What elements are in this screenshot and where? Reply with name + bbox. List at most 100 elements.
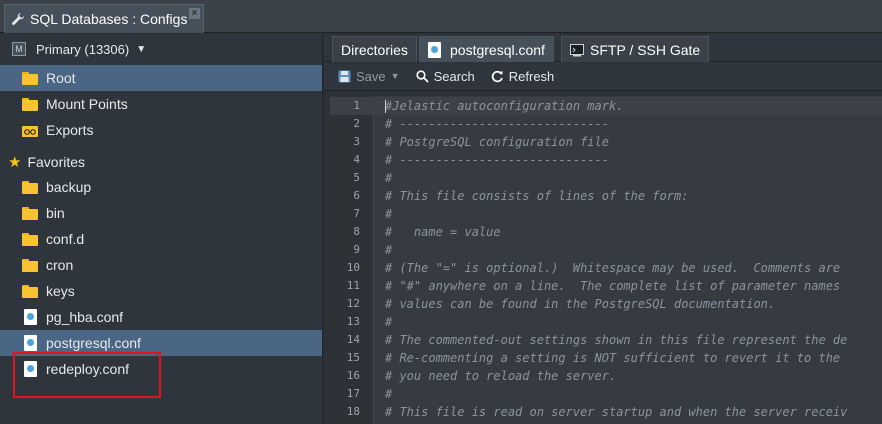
line-number: 9 bbox=[353, 243, 360, 256]
folder-icon bbox=[22, 258, 38, 272]
line-number: 4 bbox=[353, 153, 360, 166]
line-number: 10 bbox=[346, 261, 360, 274]
star-icon: ★ bbox=[8, 154, 22, 171]
floppy-icon bbox=[338, 70, 351, 82]
line-number: 13 bbox=[346, 315, 360, 328]
line-number: 15 bbox=[346, 351, 360, 364]
folder-icon bbox=[22, 232, 38, 246]
code-line[interactable]: 15 # Re-commenting a setting is NOT suffi… bbox=[330, 349, 882, 367]
node-selector[interactable]: M Primary (13306) ▼ bbox=[0, 34, 322, 64]
code-line[interactable]: 11 # "#" anywhere on a line. The complete… bbox=[330, 277, 882, 295]
folder-icon bbox=[22, 284, 38, 298]
code-line[interactable]: 9 # bbox=[330, 241, 882, 259]
code-text: # This file is read on server startup an… bbox=[385, 405, 848, 419]
favorites-label: Favorites bbox=[27, 154, 86, 170]
refresh-button[interactable]: Refresh bbox=[491, 69, 554, 84]
code-text: # PostgreSQL configuration file bbox=[385, 135, 609, 149]
code-text: # bbox=[385, 171, 393, 185]
search-icon bbox=[415, 69, 429, 83]
code-line[interactable]: 8 # name = value bbox=[330, 223, 882, 241]
chevron-down-icon: ▼ bbox=[136, 43, 147, 55]
code-text: # ----------------------------- bbox=[385, 117, 609, 131]
code-line[interactable]: 10 # (The "=" is optional.) Whitespace ma… bbox=[330, 259, 882, 277]
exports-icon bbox=[22, 125, 38, 137]
code-line[interactable]: 3 # PostgreSQL configuration file bbox=[330, 133, 882, 151]
folder-icon bbox=[22, 97, 38, 111]
tree-item-label: bin bbox=[46, 205, 65, 221]
code-editor[interactable]: 1 #Jelastic autoconfiguration mark. 2 # ---… bbox=[330, 96, 882, 424]
search-button[interactable]: Search bbox=[415, 68, 475, 84]
code-line[interactable]: 4 # ----------------------------- bbox=[330, 151, 882, 169]
line-number: 8 bbox=[353, 225, 360, 238]
wrench-icon bbox=[12, 12, 25, 25]
tree-item-label: pg_hba.conf bbox=[46, 309, 124, 325]
line-number: 18 bbox=[346, 405, 360, 418]
tree-item-mount-points[interactable]: Mount Points bbox=[0, 91, 322, 117]
code-text: # Re-commenting a setting is NOT suffici… bbox=[385, 351, 841, 365]
code-line[interactable]: 2 # ----------------------------- bbox=[330, 115, 882, 133]
code-line[interactable]: 14 # The commented-out settings shown in … bbox=[330, 331, 882, 349]
favorites-header[interactable]: ★ Favorites bbox=[0, 151, 85, 173]
favorite-item-redeploy-conf[interactable]: redeploy.conf bbox=[0, 356, 322, 382]
favorite-item-cron[interactable]: cron bbox=[0, 252, 322, 278]
close-tab-button[interactable]: × bbox=[189, 8, 200, 19]
node-badge: M bbox=[12, 42, 26, 56]
tree-item-label: Exports bbox=[46, 122, 94, 138]
code-text: #Jelastic autoconfiguration mark. bbox=[385, 99, 624, 113]
search-label: Search bbox=[433, 68, 475, 84]
code-line[interactable]: 5 # bbox=[330, 169, 882, 187]
code-text: # bbox=[385, 387, 393, 401]
tab-label: SFTP / SSH Gate bbox=[590, 41, 701, 58]
line-number: 16 bbox=[346, 369, 360, 382]
favorite-item-keys[interactable]: keys bbox=[0, 278, 322, 304]
editor-tabs: Directories postgresql.conf SFTP / SSH G… bbox=[324, 34, 882, 62]
config-file-icon bbox=[24, 335, 37, 351]
code-line[interactable]: 12 # values can be found in the PostgreSQ… bbox=[330, 295, 882, 313]
tab-label: Directories bbox=[341, 41, 408, 58]
line-number: 6 bbox=[353, 189, 360, 202]
config-file-icon bbox=[428, 41, 441, 58]
favorite-item-conf-d[interactable]: conf.d bbox=[0, 226, 322, 252]
tab-directories[interactable]: Directories bbox=[332, 36, 417, 62]
code-text: # "#" anywhere on a line. The complete l… bbox=[385, 279, 841, 293]
refresh-icon bbox=[491, 70, 503, 82]
tab-sftp-ssh-gate[interactable]: SFTP / SSH Gate bbox=[561, 36, 710, 62]
line-number: 12 bbox=[346, 297, 360, 310]
code-line[interactable]: 18 # This file is read on server startup … bbox=[330, 403, 882, 421]
node-label: Primary (13306) bbox=[36, 41, 130, 57]
save-button[interactable]: Save ▼ bbox=[338, 69, 400, 84]
line-number: 17 bbox=[346, 387, 360, 400]
tree-item-label: keys bbox=[46, 283, 75, 299]
config-file-icon bbox=[24, 309, 37, 325]
editor-toolbar: Save ▼ Search Refresh bbox=[324, 62, 882, 91]
code-text: # bbox=[385, 315, 393, 329]
terminal-icon bbox=[570, 43, 584, 56]
tree-item-label: Root bbox=[46, 70, 76, 86]
folder-icon bbox=[22, 206, 38, 220]
tree-item-label: redeploy.conf bbox=[46, 361, 130, 377]
code-text: # bbox=[385, 243, 393, 257]
line-number: 5 bbox=[353, 171, 360, 184]
favorite-item-pg-hba-conf[interactable]: pg_hba.conf bbox=[0, 304, 322, 330]
save-label: Save bbox=[356, 68, 386, 84]
window-tab-title: SQL Databases : Configs bbox=[30, 11, 188, 27]
code-line[interactable]: 16 # you need to reload the server. bbox=[330, 367, 882, 385]
favorite-item-postgresql-conf[interactable]: postgresql.conf bbox=[0, 330, 322, 356]
folder-icon bbox=[22, 180, 38, 194]
tab-postgresql-conf[interactable]: postgresql.conf bbox=[419, 36, 554, 62]
code-text: # you need to reload the server. bbox=[385, 369, 617, 383]
code-line[interactable]: 13 # bbox=[330, 313, 882, 331]
code-line[interactable]: 6 # This file consists of lines of the fo… bbox=[330, 187, 882, 205]
window-tab[interactable]: SQL Databases : Configs × bbox=[4, 4, 204, 33]
line-number: 3 bbox=[353, 135, 360, 148]
chevron-down-icon: ▼ bbox=[390, 71, 400, 81]
tree-item-exports[interactable]: Exports bbox=[0, 117, 322, 143]
tree-item-root[interactable]: Root bbox=[0, 65, 322, 91]
code-line[interactable]: 1 #Jelastic autoconfiguration mark. bbox=[330, 97, 882, 115]
code-text: # values can be found in the PostgreSQL … bbox=[385, 297, 776, 311]
favorite-item-backup[interactable]: backup bbox=[0, 174, 322, 200]
favorite-item-bin[interactable]: bin bbox=[0, 200, 322, 226]
code-line[interactable]: 7 # bbox=[330, 205, 882, 223]
code-line[interactable]: 17 # bbox=[330, 385, 882, 403]
code-text: # name = value bbox=[385, 225, 501, 239]
